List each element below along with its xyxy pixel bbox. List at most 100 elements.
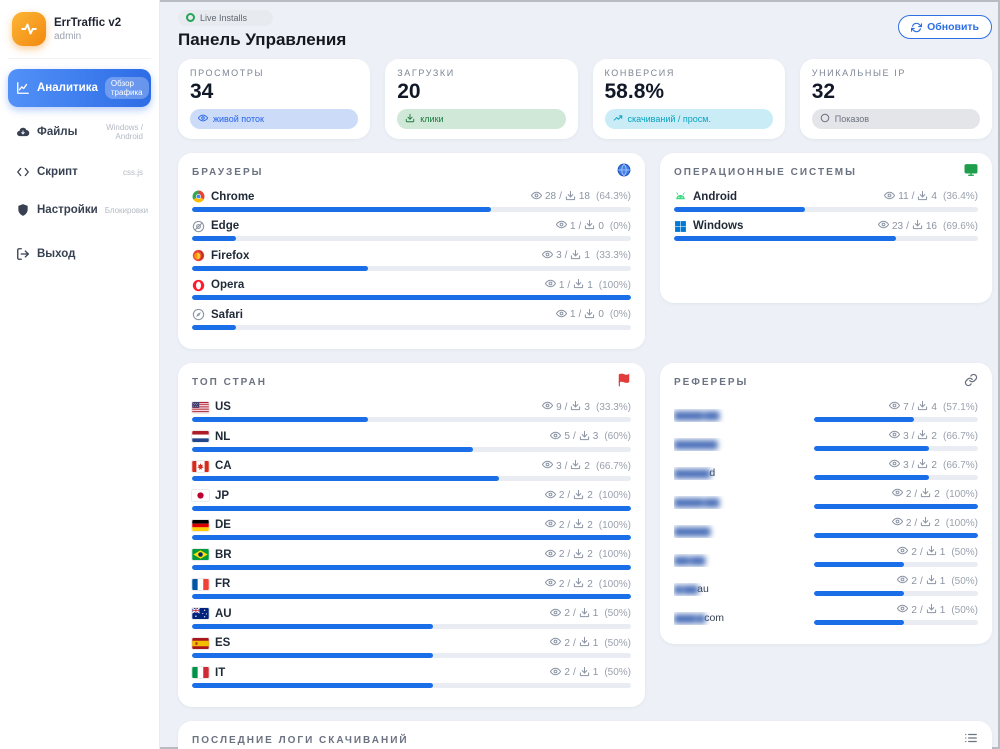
row-stats: 1/0(0%) bbox=[556, 219, 631, 233]
referrer-row: ▆▆▆▆▆▆ 3/2(66.7%) bbox=[674, 429, 978, 451]
metric-row: Opera 1/1(100%) bbox=[192, 278, 631, 300]
metric-bar-fill bbox=[192, 295, 631, 300]
download-icon bbox=[573, 278, 584, 292]
row-stats: 1/0(0%) bbox=[556, 308, 631, 322]
sidebar-item-badge: Обзор трафика bbox=[105, 77, 149, 99]
eye-icon bbox=[889, 458, 900, 472]
metric-bar-fill bbox=[674, 236, 896, 241]
metric-bar-track bbox=[192, 207, 631, 212]
android-icon bbox=[674, 190, 687, 203]
metric-name: IT bbox=[192, 667, 225, 679]
metric-name: ES bbox=[192, 637, 230, 649]
download-icon bbox=[584, 308, 595, 322]
referrer-name: ▆▆ ▆▆ bbox=[674, 554, 806, 567]
row-stats: 2/2(100%) bbox=[545, 518, 631, 532]
flag-fr-icon bbox=[192, 579, 209, 590]
metric-bar-fill bbox=[814, 620, 904, 625]
row-stats: 11/4(36.4%) bbox=[884, 190, 978, 204]
eye-icon bbox=[897, 545, 908, 559]
metric-bar-track bbox=[192, 417, 631, 422]
sidebar-item-files[interactable]: ФайлыWindows / Android bbox=[8, 115, 151, 149]
download-icon bbox=[573, 518, 584, 532]
row-stats: 2/2(100%) bbox=[545, 489, 631, 503]
stat-cards-row: ПРОСМОТРЫ34живой потокЗАГРУЗКИ20кликиКОН… bbox=[178, 59, 992, 139]
row-stats: 2/1(50%) bbox=[550, 607, 631, 621]
live-installs-chip: Live Installs bbox=[178, 10, 273, 26]
sidebar-item-logout[interactable]: Выход bbox=[8, 239, 151, 269]
metric-bar-fill bbox=[814, 533, 978, 538]
download-icon bbox=[570, 400, 581, 414]
sidebar-item-settings[interactable]: НастройкиБлокировки bbox=[8, 195, 151, 225]
metric-row: ES 2/1(50%) bbox=[192, 636, 631, 658]
referrer-name: ▆▆▆▆▆d bbox=[674, 467, 806, 480]
metric-bar-track bbox=[192, 535, 631, 540]
download-logs-panel: ПОСЛЕДНИЕ ЛОГИ СКАЧИВАНИЙ #СтранаIPOSБра… bbox=[178, 721, 992, 749]
flag-de-icon bbox=[192, 520, 209, 531]
metric-bar-track bbox=[192, 325, 631, 330]
download-icon bbox=[584, 219, 595, 233]
metric-name: AU bbox=[192, 608, 232, 620]
panel-title: БРАУЗЕРЫ bbox=[192, 167, 263, 178]
metric-bar-track bbox=[192, 683, 631, 688]
eye-icon bbox=[545, 548, 556, 562]
download-icon bbox=[579, 666, 590, 680]
eye-icon bbox=[889, 429, 900, 443]
sidebar-item-label: Аналитика bbox=[37, 82, 98, 94]
app-user: admin bbox=[54, 31, 121, 42]
metric-bar-track bbox=[192, 476, 631, 481]
app-logo-icon bbox=[12, 12, 46, 46]
download-icon bbox=[579, 636, 590, 650]
metric-row: FR 2/2(100%) bbox=[192, 577, 631, 599]
circle-icon bbox=[820, 113, 830, 125]
sidebar-nav: Аналитика Обзор трафика ФайлыWindows / And… bbox=[8, 69, 151, 269]
panel-title: РЕФЕРЕРЫ bbox=[674, 377, 748, 388]
eye-icon bbox=[897, 574, 908, 588]
metric-bar-track bbox=[192, 594, 631, 599]
flag-ca-icon bbox=[192, 461, 209, 472]
flag-es-icon bbox=[192, 638, 209, 649]
metric-bar-fill bbox=[674, 207, 805, 212]
metric-bar-fill bbox=[814, 591, 904, 596]
eye-icon bbox=[550, 430, 561, 444]
sidebar-item-script[interactable]: Скриптcss.js bbox=[8, 157, 151, 187]
eye-icon bbox=[542, 459, 553, 473]
row-stats: 3/2(66.7%) bbox=[814, 429, 978, 443]
referrer-name: ▆▆▆▆▆▆ bbox=[674, 438, 806, 451]
row-stats: 3/2(66.7%) bbox=[814, 458, 978, 472]
download-icon bbox=[405, 113, 415, 125]
metric-bar-track bbox=[192, 624, 631, 629]
refresh-button[interactable]: Обновить bbox=[898, 15, 992, 39]
referrer-name: ▆▆▆▆ ▆▆ bbox=[674, 409, 806, 422]
metric-row: Chrome 28/18(64.3%) bbox=[192, 190, 631, 212]
metric-bar-track bbox=[674, 207, 978, 212]
metric-bar-fill bbox=[814, 475, 929, 480]
metric-bar-fill bbox=[192, 683, 433, 688]
page-title: Панель Управления bbox=[178, 30, 346, 50]
browsers-panel: БРАУЗЕРЫ Chrome 28/18(64.3%) Edge 1/0(0%… bbox=[178, 153, 645, 350]
metric-name: NL bbox=[192, 431, 230, 443]
metric-name: Windows bbox=[674, 220, 743, 233]
eye-icon bbox=[545, 489, 556, 503]
referrer-row: ▆▆ ▆▆ 2/1(50%) bbox=[674, 545, 978, 567]
metric-row: JP 2/2(100%) bbox=[192, 489, 631, 511]
metric-name: Safari bbox=[192, 308, 243, 321]
metric-name: Edge bbox=[192, 220, 239, 233]
referrers-panel: РЕФЕРЕРЫ ▆▆▆▆ ▆▆ 7/4(57.1%) ▆▆▆▆▆▆ 3/2(6… bbox=[660, 363, 992, 644]
metric-bar-track bbox=[192, 565, 631, 570]
stat-label: КОНВЕРСИЯ bbox=[605, 68, 773, 78]
stat-value: 34 bbox=[190, 80, 358, 104]
metric-row: DE 2/2(100%) bbox=[192, 518, 631, 540]
metric-bar-fill bbox=[192, 506, 631, 511]
flagmark-icon bbox=[617, 373, 631, 392]
row-stats: 23/16(69.6%) bbox=[878, 219, 978, 233]
eye-icon bbox=[892, 516, 903, 530]
sidebar-item-analytics[interactable]: Аналитика Обзор трафика bbox=[8, 69, 151, 107]
download-icon bbox=[917, 458, 928, 472]
metric-bar-fill bbox=[192, 236, 236, 241]
sidebar-item-sub: Windows / Android bbox=[84, 123, 143, 141]
metric-bar-fill bbox=[814, 504, 978, 509]
referrer-row: ▆▆▆▆ ▆▆ 7/4(57.1%) bbox=[674, 400, 978, 422]
metric-bar-fill bbox=[814, 562, 904, 567]
metric-name: Opera bbox=[192, 279, 244, 292]
metric-row: CA 3/2(66.7%) bbox=[192, 459, 631, 481]
